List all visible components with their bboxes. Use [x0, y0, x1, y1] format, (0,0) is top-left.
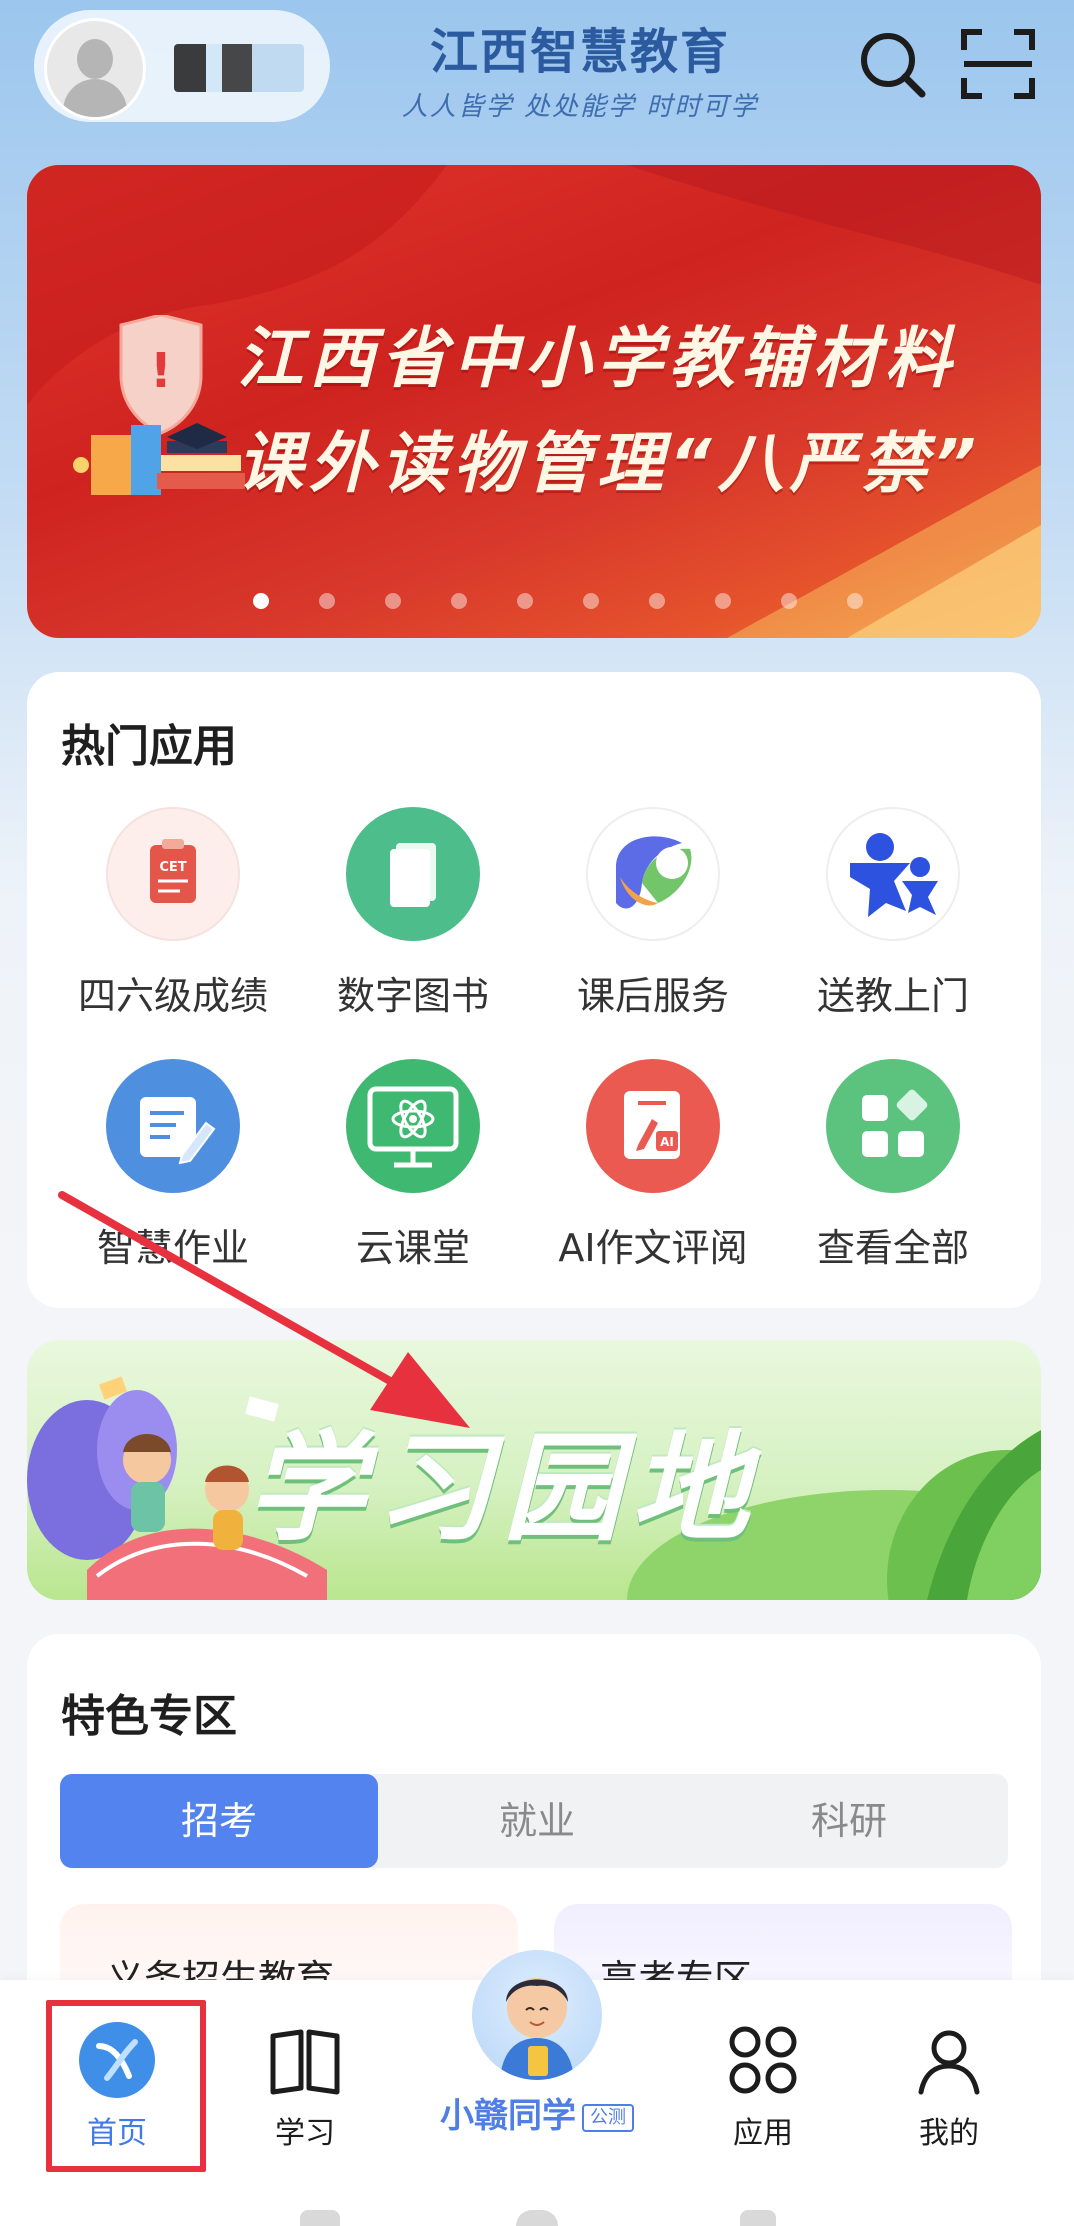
svg-text:!: !: [150, 343, 172, 399]
carousel-dot[interactable]: [649, 593, 665, 609]
assistant-name: 小赣同学: [440, 2096, 576, 2136]
feature-tabs: 招考 就业 科研: [60, 1774, 1008, 1868]
after-school-icon: [586, 807, 720, 941]
carousel-dot[interactable]: [781, 593, 797, 609]
nav-label: 学习: [275, 2116, 335, 2151]
book-icon: [346, 807, 480, 941]
hot-apps-card: 热门应用 CET 四六级成绩 数字图书 课后服务 送教上门 智慧作业 云课堂 A…: [27, 672, 1041, 1308]
top-header: 用户 江西智慧教育 人人皆学 处处能学 时时可学: [0, 0, 1074, 150]
system-navigation-bar: [0, 2200, 1074, 2226]
brand-logo: 江西智慧教育 人人皆学 处处能学 时时可学: [380, 12, 780, 123]
tab-employment[interactable]: 就业: [378, 1774, 696, 1868]
app-ai-essay[interactable]: AI AI作文评阅: [533, 1059, 773, 1272]
study-garden-banner[interactable]: 学习园地: [27, 1340, 1041, 1600]
carousel-indicator: [27, 593, 1041, 613]
assistant-avatar: [472, 1950, 602, 2080]
ai-assistant-button[interactable]: 小赣同学 公测: [430, 1950, 644, 2137]
nav-apps[interactable]: 应用: [688, 2020, 838, 2152]
nav-label: 我的: [919, 2116, 979, 2151]
carousel-dot[interactable]: [451, 593, 467, 609]
app-cloud-classroom[interactable]: 云课堂: [293, 1059, 533, 1272]
tab-research[interactable]: 科研: [690, 1774, 1008, 1868]
brand-slogan: 人人皆学 处处能学 时时可学: [401, 92, 759, 122]
app-label: 四六级成绩: [77, 974, 268, 1018]
carousel-dot[interactable]: [319, 593, 335, 609]
assistant-name-row: 小赣同学 公测: [430, 2088, 644, 2137]
carousel-dot[interactable]: [715, 593, 731, 609]
app-label: AI作文评阅: [558, 1226, 748, 1270]
book-open-icon: [265, 2020, 345, 2100]
apps-grid-icon: [723, 2020, 803, 2100]
home-tab-highlight-box: [46, 2000, 206, 2172]
user-profile-pill[interactable]: 用户: [34, 10, 330, 122]
banner-headline-2: 课外读物管理“八严禁”: [237, 425, 983, 502]
recents-gesture-icon[interactable]: [740, 2210, 776, 2226]
app-label: 送教上门: [816, 974, 969, 1018]
app-digital-books[interactable]: 数字图书: [293, 807, 533, 1020]
app-label: 查看全部: [816, 1226, 969, 1270]
carousel-dot[interactable]: [583, 593, 599, 609]
feature-zone-title: 特色专区: [61, 1691, 237, 1742]
search-icon[interactable]: [852, 24, 932, 104]
app-label: 课后服务: [576, 974, 729, 1018]
app-label: 数字图书: [336, 974, 489, 1018]
user-icon: [909, 2020, 989, 2100]
app-label: 云课堂: [355, 1226, 470, 1270]
app-label: 智慧作业: [96, 1226, 249, 1270]
view-all-icon: [826, 1059, 960, 1193]
homework-icon: [106, 1059, 240, 1193]
app-home-teaching[interactable]: 送教上门: [773, 807, 1013, 1020]
app-cet-score[interactable]: CET 四六级成绩: [53, 807, 293, 1020]
nav-mine[interactable]: 我的: [874, 2020, 1024, 2152]
back-gesture-icon[interactable]: [300, 2210, 340, 2226]
scan-icon[interactable]: [958, 24, 1038, 104]
carousel-dot[interactable]: [847, 593, 863, 609]
nav-label: 应用: [733, 2116, 793, 2151]
study-garden-title: 学习园地: [247, 1419, 760, 1557]
ai-essay-icon: AI: [586, 1059, 720, 1193]
beta-badge: 公测: [582, 2103, 634, 2132]
cloud-classroom-icon: [346, 1059, 480, 1193]
cet-icon: CET: [106, 807, 240, 941]
banner-headline-1: 江西省中小学教辅材料: [237, 320, 957, 397]
app-after-school[interactable]: 课后服务: [533, 807, 773, 1020]
app-smart-homework[interactable]: 智慧作业: [53, 1059, 293, 1272]
carousel-dot[interactable]: [517, 593, 533, 609]
hot-apps-title: 热门应用: [61, 721, 237, 772]
tab-admissions[interactable]: 招考: [60, 1774, 378, 1868]
user-name-redacted: 用户: [174, 44, 304, 92]
app-view-all[interactable]: 查看全部: [773, 1059, 1013, 1272]
carousel-dot[interactable]: [253, 593, 269, 609]
home-teaching-icon: [826, 807, 960, 941]
carousel-dot[interactable]: [385, 593, 401, 609]
svg-text:CET: CET: [159, 860, 186, 875]
svg-text:AI: AI: [660, 1135, 674, 1149]
avatar[interactable]: [44, 18, 146, 120]
shield-books-illustration: !: [73, 315, 245, 495]
announcement-banner[interactable]: ! 江西省中小学教辅材料 课外读物管理“八严禁”: [27, 165, 1041, 638]
home-gesture-icon[interactable]: [516, 2210, 558, 2226]
brand-title: 江西智慧教育: [429, 24, 730, 80]
nav-study[interactable]: 学习: [230, 2020, 380, 2152]
